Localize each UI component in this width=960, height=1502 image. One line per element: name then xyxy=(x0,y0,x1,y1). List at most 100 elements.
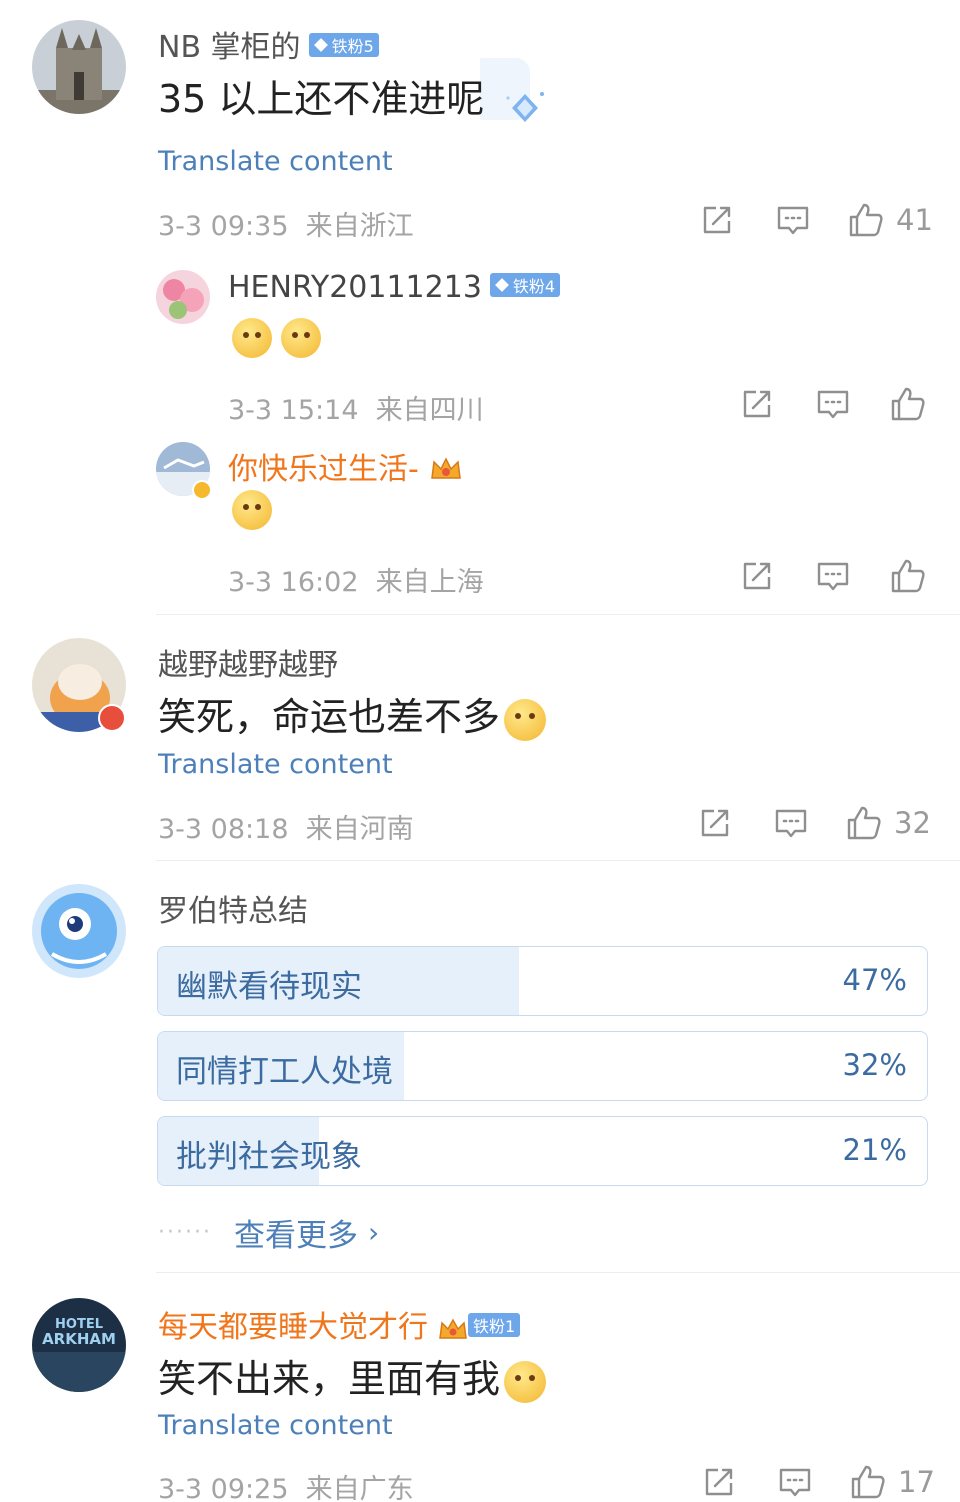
divider xyxy=(156,1272,960,1273)
comment-icon xyxy=(774,806,808,840)
reply-meta: 3-3 15:14 来自四川 xyxy=(228,388,484,427)
fan-badge: 铁粉1 xyxy=(468,1312,521,1337)
author-name[interactable]: HENRY20111213 xyxy=(228,270,482,305)
reply-author[interactable]: 你快乐过生活- xyxy=(228,444,463,488)
author-name[interactable]: 每天都要睡大觉才行 xyxy=(158,1310,428,1345)
like-button[interactable] xyxy=(890,386,926,422)
laugh-cry-emoji-icon xyxy=(281,318,322,358)
like-icon xyxy=(890,386,926,422)
comment-icon xyxy=(816,387,850,421)
poll-option-label: 同情打工人处境 xyxy=(176,1054,393,1090)
share-icon xyxy=(740,559,774,593)
share-button[interactable] xyxy=(740,387,774,421)
poll-option[interactable]: 同情打工人处境 32% xyxy=(157,1031,928,1101)
crown-icon xyxy=(429,455,463,481)
reply-emojis xyxy=(232,318,322,358)
author-name[interactable]: 越野越野越野 xyxy=(158,648,338,683)
translate-link[interactable]: Translate content xyxy=(158,146,393,177)
share-button[interactable] xyxy=(702,1465,736,1499)
share-button[interactable] xyxy=(698,806,732,840)
comment-text: 笑不出来，里面有我 xyxy=(158,1348,547,1403)
comment-text-body: 笑不出来，里面有我 xyxy=(158,1357,501,1401)
comment-icon xyxy=(778,1465,812,1499)
avatar-text-line2: ARKHAM xyxy=(42,1330,116,1348)
comment-author[interactable]: 每天都要睡大觉才行 铁粉1 xyxy=(158,1302,521,1346)
view-more-label: 查看更多 xyxy=(233,1218,358,1254)
comment-time: 3-3 16:02 xyxy=(228,567,359,598)
reply-actions xyxy=(740,558,926,594)
pleading-emoji-icon xyxy=(504,1360,547,1403)
sweat-laugh-emoji-icon xyxy=(504,698,547,741)
like-button[interactable] xyxy=(890,558,926,594)
author-name[interactable]: 你快乐过生活- xyxy=(228,452,419,487)
fan-badge: 铁粉4 xyxy=(489,272,561,297)
like-icon xyxy=(850,1464,886,1500)
poll-option-percent: 21% xyxy=(842,1133,907,1167)
view-more-link[interactable]: ······ 查看更多 › xyxy=(158,1210,379,1255)
comment-icon xyxy=(776,203,810,237)
reply-button[interactable] xyxy=(776,203,810,237)
comment-location: 来自四川 xyxy=(375,395,484,426)
diamond-icon xyxy=(313,37,328,52)
avatar[interactable] xyxy=(32,20,126,114)
comment-location: 来自广东 xyxy=(305,1474,414,1502)
translate-link[interactable]: Translate content xyxy=(158,1410,393,1441)
badge-label: 铁粉5 xyxy=(331,36,374,56)
reply-button[interactable] xyxy=(778,1465,812,1499)
like-icon xyxy=(848,202,884,238)
translate-link[interactable]: Translate content xyxy=(158,749,393,780)
comment-time: 3-3 08:18 xyxy=(158,814,289,845)
comment-location: 来自上海 xyxy=(375,567,484,598)
reply-button[interactable] xyxy=(816,387,850,421)
comment-actions: 32 xyxy=(698,805,931,841)
laugh-cry-emoji-icon xyxy=(232,318,272,358)
poll-option[interactable]: 批判社会现象 21% xyxy=(157,1116,928,1186)
comment-location: 来自浙江 xyxy=(305,211,414,242)
reply-avatar[interactable] xyxy=(156,270,210,324)
poll-option-label: 批判社会现象 xyxy=(176,1139,362,1175)
comment-text: 35 以上还不准进呢 xyxy=(158,77,485,121)
chevron-right-icon: › xyxy=(367,1216,380,1249)
avatar[interactable]: HOTEL ARKHAM xyxy=(32,1298,126,1392)
reply-actions xyxy=(740,386,926,422)
poll-option-percent: 32% xyxy=(842,1048,907,1082)
ellipsis-icon: ······ xyxy=(158,1220,212,1245)
share-button[interactable] xyxy=(740,559,774,593)
like-button[interactable]: 17 xyxy=(850,1464,935,1500)
author-name[interactable]: NB 掌柜的 xyxy=(158,30,301,65)
divider xyxy=(156,860,960,861)
like-count: 32 xyxy=(894,806,931,840)
share-button[interactable] xyxy=(700,203,734,237)
comment-actions: 17 xyxy=(702,1464,935,1500)
comment-author[interactable]: 越野越野越野 xyxy=(158,640,338,684)
comment-author[interactable]: NB 掌柜的 铁粉5 xyxy=(158,22,379,66)
poll-option-percent: 47% xyxy=(842,963,907,997)
share-icon xyxy=(702,1465,736,1499)
comment-meta: 3-3 09:35 来自浙江 xyxy=(158,204,414,243)
reply-button[interactable] xyxy=(774,806,808,840)
badge-label: 铁粉1 xyxy=(473,1316,516,1336)
comment-meta: 3-3 08:18 来自河南 xyxy=(158,807,414,846)
comment-meta: 3-3 09:25 来自广东 xyxy=(158,1467,414,1502)
reply-author[interactable]: HENRY20111213 铁粉4 xyxy=(228,270,561,305)
like-button[interactable]: 32 xyxy=(846,805,931,841)
poll-option[interactable]: 幽默看待现实 47% xyxy=(157,946,928,1016)
vip-badge-icon xyxy=(98,704,126,732)
comment-author[interactable]: 罗伯特总结 xyxy=(158,886,308,930)
reply-emojis xyxy=(232,490,272,530)
like-count: 17 xyxy=(898,1465,935,1499)
like-icon xyxy=(846,805,882,841)
comment-actions: 41 xyxy=(700,202,933,238)
comment-time: 3-3 09:25 xyxy=(158,1474,289,1502)
like-button[interactable]: 41 xyxy=(848,202,933,238)
comment-text: 笑死，命运也差不多 xyxy=(158,686,547,741)
share-icon xyxy=(698,806,732,840)
verified-icon xyxy=(192,480,212,500)
diamond-icon xyxy=(494,277,509,292)
avatar[interactable] xyxy=(32,884,126,978)
reply-meta: 3-3 16:02 来自上海 xyxy=(228,560,484,599)
author-name[interactable]: 罗伯特总结 xyxy=(158,894,308,929)
fan-badge: 铁粉5 xyxy=(308,32,379,57)
like-count: 41 xyxy=(896,203,933,237)
reply-button[interactable] xyxy=(816,559,850,593)
